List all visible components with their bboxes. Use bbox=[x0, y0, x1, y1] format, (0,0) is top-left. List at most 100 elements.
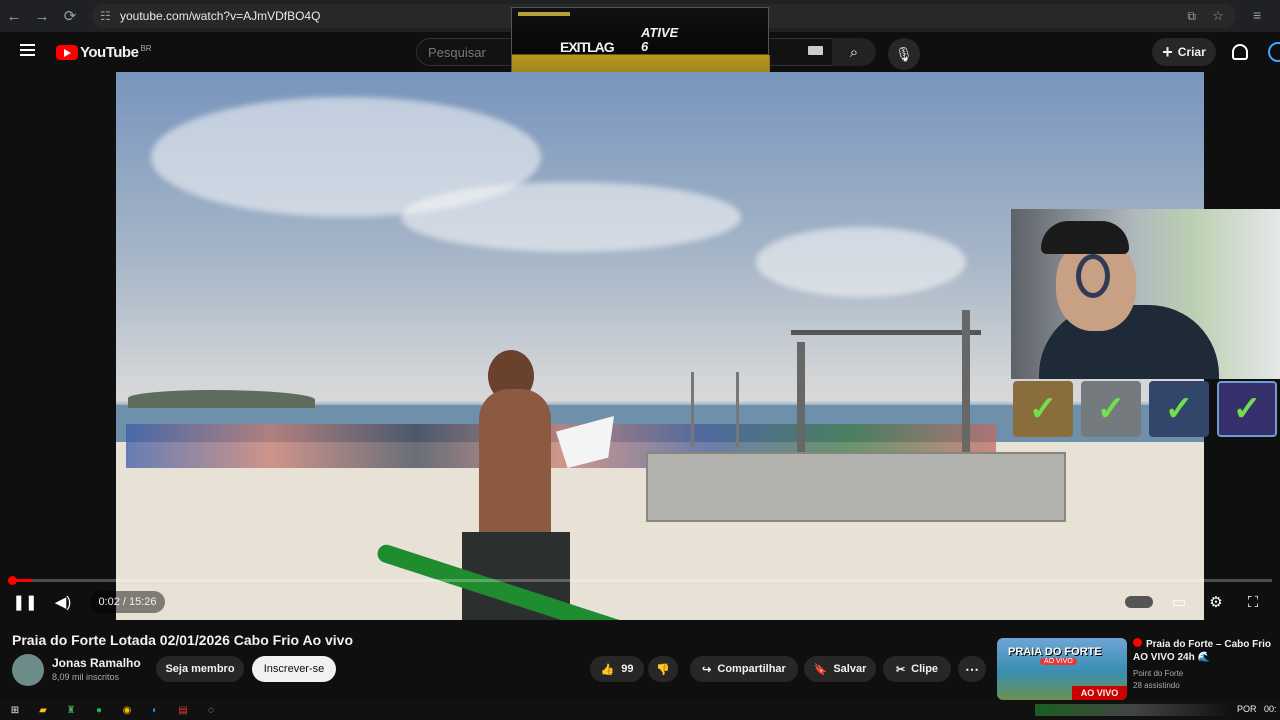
recommended-title[interactable]: Praia do Forte – Cabo Frio AO VIVO 24h 🌊 bbox=[1133, 638, 1280, 664]
stage-leg bbox=[962, 310, 970, 470]
windows-start-icon[interactable]: ⊞ bbox=[8, 703, 22, 717]
captions-icon[interactable]: ▭ bbox=[1167, 590, 1191, 614]
check-tile-1: ✓ bbox=[1013, 381, 1073, 437]
spotify-icon[interactable]: ● bbox=[92, 703, 106, 717]
time-display: 0:02 / 15:26 bbox=[90, 591, 165, 613]
reload-button[interactable]: ⟳ bbox=[56, 2, 84, 30]
hamburger-icon[interactable] bbox=[20, 44, 35, 56]
back-button[interactable]: ← bbox=[0, 2, 28, 30]
like-count: 99 bbox=[621, 663, 634, 675]
pause-icon[interactable]: ❚❚ bbox=[12, 590, 37, 614]
taskbar-time: 00: bbox=[1264, 704, 1277, 714]
youtube-play-icon bbox=[56, 45, 78, 60]
check-tile-3: ✓ bbox=[1149, 381, 1209, 437]
check-icon: ✓ bbox=[1028, 390, 1058, 428]
live-badge-label: AO VIVO bbox=[1080, 688, 1119, 698]
streamer-cap bbox=[1041, 221, 1129, 254]
achievement-tiles: ✓ ✓ ✓ ✓ bbox=[1011, 381, 1280, 437]
forward-button[interactable]: → bbox=[28, 2, 56, 30]
scrubber-handle[interactable] bbox=[8, 576, 17, 585]
install-icon[interactable]: ⧉ bbox=[1187, 9, 1196, 24]
youtube-wordmark: YouTube bbox=[80, 44, 139, 61]
volume-icon[interactable]: ◀) bbox=[51, 590, 75, 614]
keyboard-icon[interactable] bbox=[808, 46, 823, 55]
folder-icon[interactable]: ▰ bbox=[36, 703, 50, 717]
live-dot-icon bbox=[1133, 638, 1142, 647]
check-icon: ✓ bbox=[1232, 390, 1262, 428]
create-label: Criar bbox=[1177, 45, 1206, 59]
search-placeholder: Pesquisar bbox=[428, 45, 486, 60]
settings-gear-icon[interactable]: ⚙ bbox=[1204, 590, 1228, 614]
webcam-overlay bbox=[1011, 209, 1280, 379]
live-badge: AO VIVO bbox=[1072, 686, 1127, 700]
check-tile-4: ✓ bbox=[1217, 381, 1277, 437]
ad-top-bar bbox=[518, 12, 570, 16]
dislike-button[interactable]: 👎 bbox=[648, 656, 678, 682]
plus-icon: + bbox=[1162, 41, 1173, 62]
share-button[interactable]: ↪ Compartilhar bbox=[690, 656, 798, 682]
check-tile-2: ✓ bbox=[1081, 381, 1141, 437]
url-text: youtube.com/watch?v=AJmVDfBO4Q bbox=[120, 9, 321, 23]
fullscreen-icon[interactable]: ⛶ bbox=[1241, 590, 1265, 614]
app-icon[interactable]: ▤ bbox=[176, 703, 190, 717]
like-button[interactable]: 👍 99 bbox=[590, 656, 644, 682]
timer-icon[interactable]: ◌ bbox=[204, 703, 218, 717]
join-button[interactable]: Seja membro bbox=[156, 656, 244, 682]
watching-count: 28 assistindo bbox=[1133, 681, 1180, 690]
notifications-icon[interactable] bbox=[1232, 44, 1248, 60]
taskbar-language: POR bbox=[1237, 704, 1257, 714]
concrete-stage bbox=[646, 452, 1066, 522]
like-icon: 👍 bbox=[600, 663, 615, 676]
bookmark-icon: 🔖 bbox=[813, 663, 828, 676]
autoplay-toggle[interactable] bbox=[1125, 596, 1153, 608]
ad-number: 6 bbox=[641, 39, 649, 54]
edge-icon[interactable]: ◐ bbox=[148, 703, 162, 717]
country-code: BR bbox=[140, 44, 152, 53]
dislike-icon: 👎 bbox=[656, 663, 670, 676]
save-button[interactable]: 🔖 Salvar bbox=[804, 656, 876, 682]
clip-button[interactable]: ✂ Clipe bbox=[883, 656, 951, 682]
ad-text: ATIVE bbox=[641, 25, 679, 40]
thumbnail-subtitle: AO VIVO bbox=[1040, 658, 1077, 665]
more-actions-button[interactable]: ⋯ bbox=[958, 656, 986, 682]
search-button[interactable]: ⌕ bbox=[832, 38, 876, 66]
clip-label: Clipe bbox=[911, 663, 939, 675]
check-icon: ✓ bbox=[1164, 390, 1194, 428]
cloud bbox=[401, 182, 741, 252]
headphone-icon bbox=[1076, 254, 1110, 298]
stage-truss bbox=[791, 330, 981, 348]
share-icon: ↪ bbox=[702, 663, 712, 676]
site-settings-icon[interactable]: ☷ bbox=[100, 9, 111, 23]
voice-search-button[interactable]: 🎙 bbox=[888, 38, 920, 70]
tower bbox=[691, 372, 739, 447]
channel-name[interactable]: Jonas Ramalho bbox=[52, 656, 141, 670]
progress-bar[interactable] bbox=[10, 579, 1272, 582]
subscribe-button[interactable]: Inscrever-se bbox=[252, 656, 336, 682]
share-label: Compartilhar bbox=[717, 663, 786, 675]
cloud bbox=[756, 227, 966, 297]
star-icon[interactable]: ☆ bbox=[1212, 8, 1224, 24]
recommended-channel: Point do Forte bbox=[1133, 669, 1184, 678]
search-icon: ⌕ bbox=[849, 43, 859, 61]
ad-brand: EXITLAG bbox=[560, 39, 615, 55]
check-icon: ✓ bbox=[1096, 390, 1126, 428]
microphone-icon: 🎙 bbox=[895, 45, 913, 62]
distant-island bbox=[128, 390, 315, 408]
chrome-icon[interactable]: ◉ bbox=[120, 703, 134, 717]
create-button[interactable]: + Criar bbox=[1152, 38, 1216, 66]
channel-avatar[interactable] bbox=[12, 654, 44, 686]
scissors-icon: ✂ bbox=[895, 663, 906, 676]
recommended-meta: Point do Forte 28 assistindo bbox=[1133, 668, 1183, 692]
recommended-title-text: Praia do Forte – Cabo Frio AO VIVO 24h 🌊 bbox=[1133, 639, 1272, 663]
save-label: Salvar bbox=[833, 663, 867, 675]
windows-taskbar: ⊞ ▰ ♜ ● ◉ ◐ ▤ ◌ POR 00: bbox=[0, 700, 1280, 720]
youtube-logo[interactable]: YouTube BR bbox=[56, 44, 152, 61]
menu-icon[interactable]: ≡ bbox=[1253, 7, 1261, 23]
recommended-thumbnail[interactable]: PRAIA DO FORTE AO VIVO AO VIVO bbox=[997, 638, 1127, 700]
exitlag-overlay: EXITLAG ATIVE 6 bbox=[511, 7, 770, 80]
game-icon[interactable]: ♜ bbox=[64, 703, 78, 717]
subscriber-count: 8,09 mil inscritos bbox=[52, 672, 120, 682]
thumbnail-title: PRAIA DO FORTE bbox=[1008, 646, 1102, 658]
video-title: Praia do Forte Lotada 02/01/2026 Cabo Fr… bbox=[12, 632, 354, 648]
system-tray bbox=[1035, 704, 1231, 716]
